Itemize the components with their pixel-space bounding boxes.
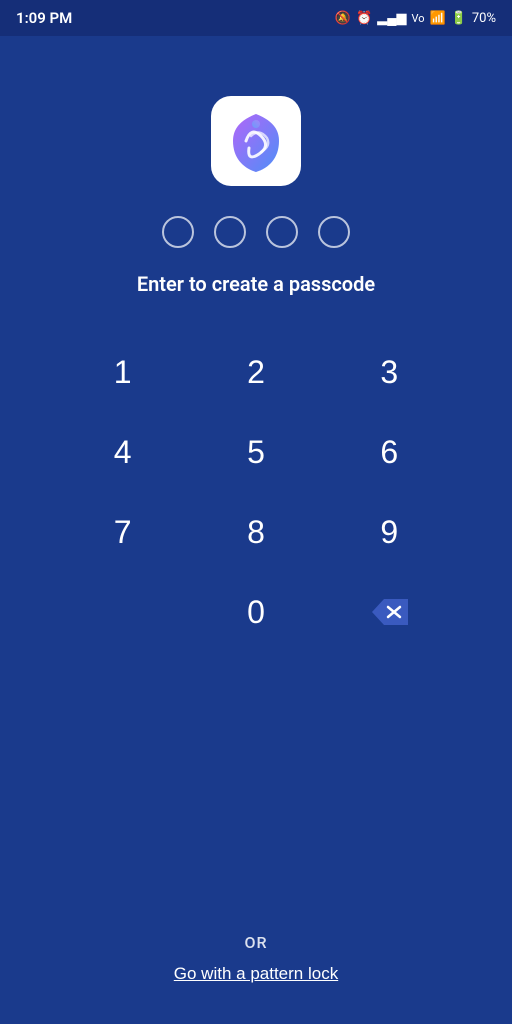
or-label: OR	[244, 933, 267, 952]
dot-3	[266, 216, 298, 248]
key-5[interactable]: 5	[189, 412, 322, 492]
dot-4	[318, 216, 350, 248]
key-0[interactable]: 0	[189, 572, 322, 652]
backspace-icon	[370, 597, 408, 627]
key-2[interactable]: 2	[189, 332, 322, 412]
key-9[interactable]: 9	[323, 492, 456, 572]
main-content: Enter to create a passcode 1 2 3 4 5 6 7…	[0, 36, 512, 652]
passcode-dots	[162, 216, 350, 248]
numpad: 1 2 3 4 5 6 7 8 9 0	[56, 332, 456, 652]
bottom-section: OR Go with a pattern lock	[0, 933, 512, 984]
key-7[interactable]: 7	[56, 492, 189, 572]
wifi-icon: 📶	[429, 11, 445, 26]
key-empty	[56, 572, 189, 652]
backspace-button[interactable]	[323, 572, 456, 652]
alarm-icon: ⏰	[356, 11, 372, 26]
instruction-text: Enter to create a passcode	[137, 272, 375, 296]
status-bar: 1:09 PM 🔕 ⏰ ▂▄▆ Vo 📶 🔋 70%	[0, 0, 512, 36]
status-icons: 🔕 ⏰ ▂▄▆ Vo 📶 🔋 70%	[335, 10, 496, 26]
key-1[interactable]: 1	[56, 332, 189, 412]
key-3[interactable]: 3	[323, 332, 456, 412]
key-6[interactable]: 6	[323, 412, 456, 492]
dot-2	[214, 216, 246, 248]
dot-1	[162, 216, 194, 248]
key-8[interactable]: 8	[189, 492, 322, 572]
signal-icon: ▂▄▆	[377, 10, 406, 26]
volte-icon: Vo	[411, 12, 424, 25]
pattern-lock-button[interactable]: Go with a pattern lock	[174, 964, 338, 984]
battery-icon: 🔋	[451, 11, 467, 26]
key-4[interactable]: 4	[56, 412, 189, 492]
app-logo	[211, 96, 301, 186]
mute-icon: 🔕	[335, 11, 351, 26]
status-time: 1:09 PM	[16, 9, 72, 27]
battery-level: 70%	[472, 11, 496, 26]
